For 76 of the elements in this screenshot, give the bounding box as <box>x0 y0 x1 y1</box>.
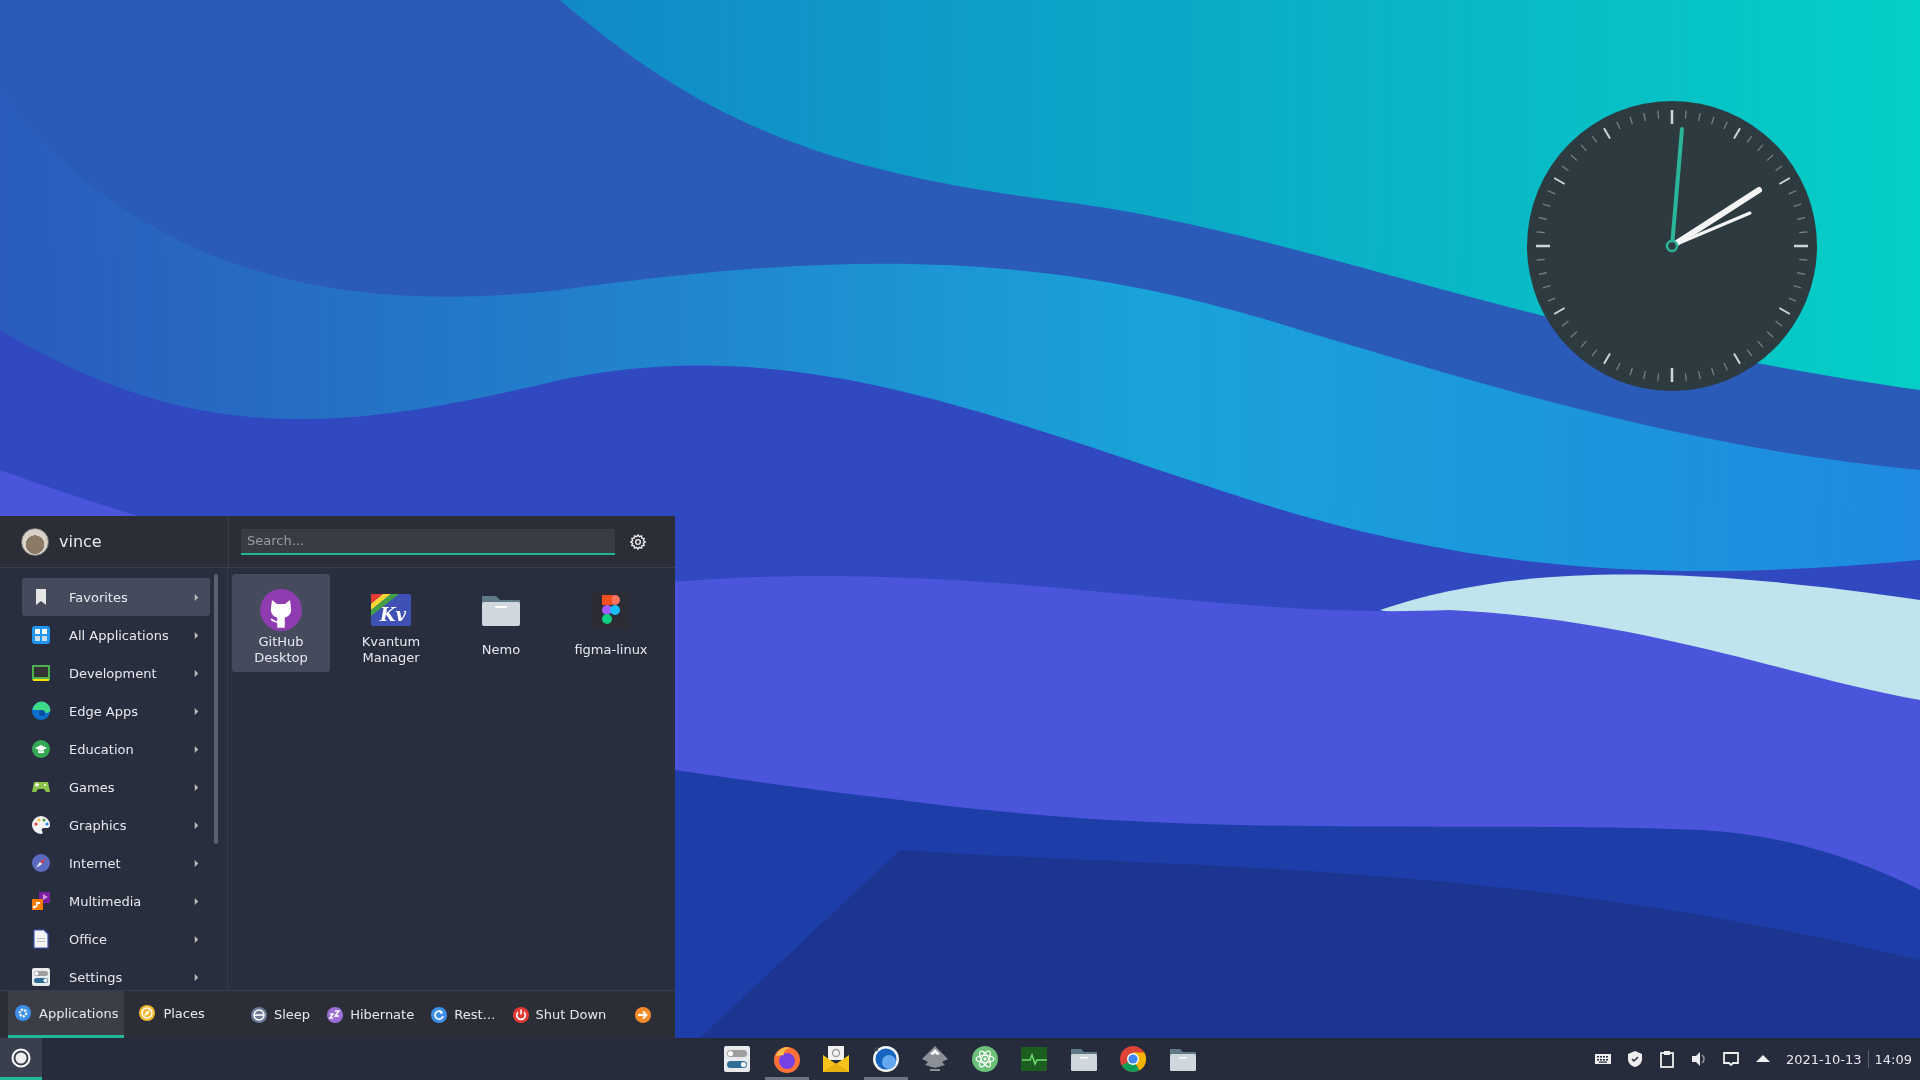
caret-icon <box>193 783 200 791</box>
clipboard-icon <box>1657 1050 1676 1068</box>
pulse-monitor-icon <box>1019 1044 1050 1074</box>
caret-icon <box>193 897 200 905</box>
ring-icon <box>11 1047 31 1068</box>
caret-icon <box>193 669 200 677</box>
app-launcher[interactable]: Nemo <box>452 574 550 672</box>
running-indicator <box>864 1077 908 1080</box>
disc-icon <box>870 1044 901 1074</box>
tray-button[interactable] <box>1657 1050 1676 1068</box>
session-button[interactable]: Hibernate <box>324 1003 417 1026</box>
caret-icon <box>193 631 200 639</box>
screen-icon <box>1721 1050 1740 1068</box>
sleep-icon <box>250 1005 268 1024</box>
mountain-icon <box>920 1044 951 1074</box>
grid-icon <box>31 625 51 645</box>
caret-icon <box>193 745 200 753</box>
swirl-icon <box>31 701 51 721</box>
search-field[interactable]: Search... <box>241 528 615 555</box>
time: 14:09 <box>1874 1051 1912 1067</box>
tab[interactable]: Applications <box>8 991 125 1038</box>
app-launcher[interactable]: figma-linux <box>562 574 660 672</box>
envelope-icon <box>821 1044 852 1074</box>
category-item[interactable]: Graphics <box>22 806 210 844</box>
category-item[interactable]: Development <box>22 654 210 692</box>
category-item[interactable]: Education <box>22 730 210 768</box>
document-icon <box>31 929 51 949</box>
date: 2021-10-13 <box>1785 1051 1862 1067</box>
caret-icon <box>193 593 200 601</box>
shield-icon <box>1625 1050 1644 1068</box>
category-item[interactable]: Favorites <box>22 578 210 616</box>
session-button[interactable]: Sleep <box>248 1003 313 1026</box>
toggle-switches-icon <box>722 1044 753 1074</box>
caret-icon <box>193 935 200 943</box>
zz-icon <box>326 1005 345 1024</box>
category-item[interactable]: Office <box>22 920 210 958</box>
tray-button[interactable] <box>1625 1050 1644 1068</box>
compass-icon <box>138 1004 157 1022</box>
session-button[interactable]: Shut Down <box>509 1003 609 1026</box>
user-name: vince <box>59 532 102 551</box>
caret-icon <box>193 821 200 829</box>
running-indicator <box>765 1077 809 1080</box>
restart-icon <box>430 1005 449 1024</box>
chrome-icon <box>1118 1044 1149 1074</box>
power-icon <box>511 1005 530 1024</box>
monitor-icon <box>31 663 51 683</box>
session-button[interactable]: Rest… <box>428 1003 498 1026</box>
music-icon <box>31 891 51 911</box>
fox-globe-icon <box>771 1044 802 1074</box>
palette-icon <box>31 815 51 835</box>
app-launcher[interactable]: Kv Kvantum Manager <box>342 574 440 672</box>
compass-icon <box>31 853 51 873</box>
category-item[interactable]: Internet <box>22 844 210 882</box>
category-item[interactable]: Multimedia <box>22 882 210 920</box>
atom-icon <box>969 1044 1000 1074</box>
category-item[interactable]: Games <box>22 768 210 806</box>
avatar <box>21 527 49 556</box>
toggle-switches-icon <box>31 967 51 987</box>
tray-button[interactable] <box>1721 1050 1740 1068</box>
graduation-cap-icon <box>31 739 51 759</box>
speaker-icon <box>1689 1050 1708 1068</box>
tab[interactable]: Places <box>132 991 211 1038</box>
scrollbar[interactable] <box>214 574 218 844</box>
cat-logo-icon <box>259 588 303 632</box>
settings-button[interactable] <box>629 532 647 551</box>
app-launcher[interactable]: GitHub Desktop <box>232 574 330 672</box>
category-item[interactable]: All Applications <box>22 616 210 654</box>
arrow-right-icon <box>634 1005 653 1024</box>
tray-button[interactable] <box>1689 1050 1708 1068</box>
caret-icon <box>193 707 200 715</box>
category-item[interactable]: Edge Apps <box>22 692 210 730</box>
settings-icon <box>629 532 647 551</box>
caret-icon <box>193 973 200 981</box>
start-button[interactable] <box>0 1038 42 1080</box>
caret-icon <box>193 859 200 867</box>
figma-logo-icon <box>589 588 633 632</box>
